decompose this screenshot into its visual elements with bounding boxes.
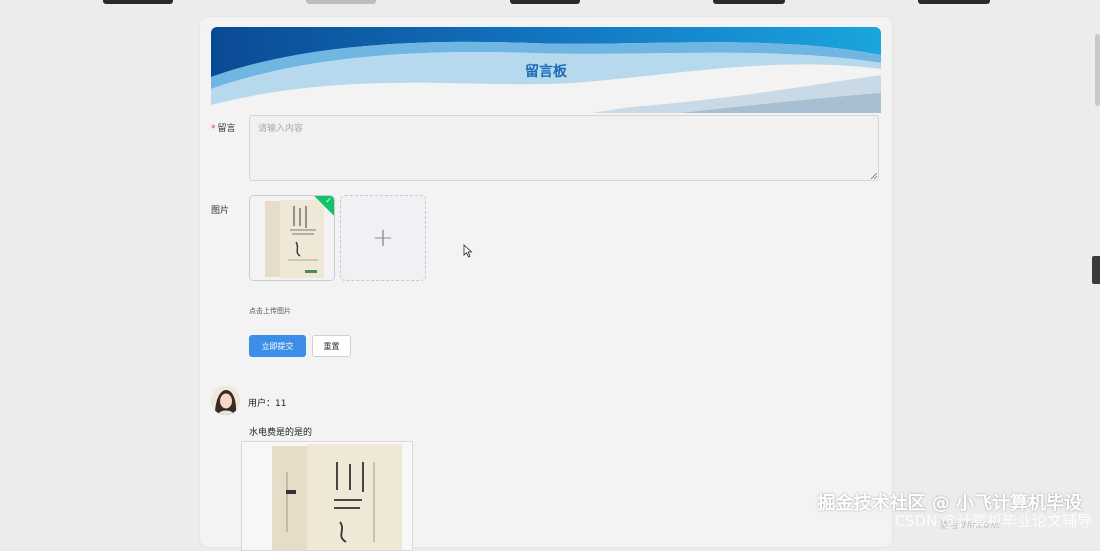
comment-text: 水电费是的是的 [249, 425, 312, 438]
tab-thumbnail [103, 0, 173, 4]
comment-book-cover [242, 442, 413, 551]
page-scrollbar[interactable] [1095, 34, 1100, 106]
page-title: 留言板 [211, 61, 881, 81]
avatar [211, 386, 240, 415]
banner: 留言板 [211, 27, 881, 113]
reset-button[interactable]: 重置 [312, 335, 351, 357]
image-upload-button[interactable]: + [340, 195, 426, 281]
resize-grip-icon[interactable] [871, 173, 877, 179]
comment-image[interactable] [241, 441, 413, 551]
mouse-pointer-icon [463, 244, 473, 258]
check-icon: ✓ [325, 196, 332, 205]
message-board-panel: 留言板 *留言 请输入内容 图片 ✓ + 点击上传图片 立即提交 重置 [200, 17, 892, 547]
uploaded-image-thumbnail[interactable]: ✓ [249, 195, 335, 281]
message-textarea[interactable]: 请输入内容 [249, 115, 879, 181]
tab-thumbnail [306, 0, 376, 4]
upload-hint: 点击上传图片 [249, 306, 291, 316]
message-placeholder: 请输入内容 [258, 124, 303, 134]
comment-user-label: 用户：11 [248, 396, 286, 409]
tab-thumbnail [918, 0, 990, 4]
message-label-row: *留言 [211, 121, 236, 134]
browser-top-strip [0, 0, 1100, 6]
tab-thumbnail [510, 0, 580, 4]
side-drawer-handle[interactable] [1092, 256, 1100, 284]
required-mark: * [211, 124, 216, 134]
image-label: 图片 [211, 203, 229, 216]
plus-icon: + [341, 196, 425, 280]
tab-thumbnail [713, 0, 785, 4]
csdn-watermark: CSDN @计算机毕业论文辅导 [894, 510, 1092, 531]
book-cover-image [250, 196, 335, 281]
submit-button[interactable]: 立即提交 [249, 335, 306, 357]
message-label: 留言 [218, 124, 236, 134]
user-avatar-image [211, 386, 240, 415]
